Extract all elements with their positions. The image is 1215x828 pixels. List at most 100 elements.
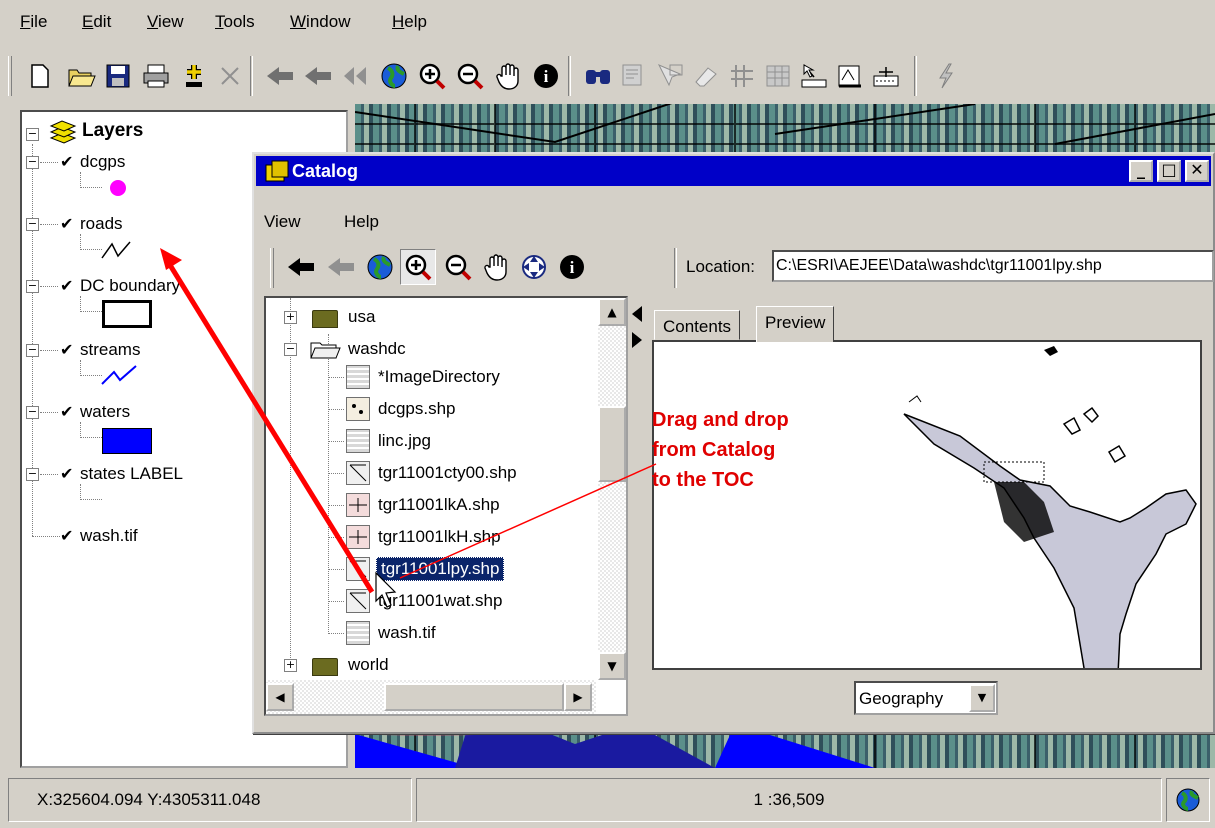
print-icon[interactable] bbox=[138, 58, 174, 94]
checkbox-waters[interactable]: ✔ bbox=[60, 404, 76, 420]
expand-toggle-streams[interactable]: − bbox=[26, 344, 39, 357]
open-icon[interactable] bbox=[64, 58, 100, 94]
close-button[interactable]: ✕ bbox=[1185, 160, 1209, 182]
expand-toggle[interactable]: − bbox=[26, 128, 39, 141]
tab-contents[interactable]: Contents bbox=[654, 310, 741, 340]
label-icon[interactable] bbox=[832, 58, 868, 94]
zoom-in-icon[interactable] bbox=[414, 58, 450, 94]
tree-item-imagedirectory[interactable]: *ImageDirectory bbox=[378, 367, 500, 387]
tab-preview[interactable]: Preview bbox=[756, 306, 835, 342]
scroll-right-button[interactable]: ▶ bbox=[564, 683, 592, 711]
add-data-icon[interactable] bbox=[176, 58, 212, 94]
forward-extent-icon[interactable] bbox=[324, 249, 360, 285]
tree-item-dcgps[interactable]: dcgps.shp bbox=[378, 399, 456, 419]
tree-item-tgr11001wat[interactable]: tgr11001wat.shp bbox=[378, 591, 502, 611]
hotlink-icon[interactable] bbox=[796, 58, 832, 94]
checkbox-wash-tif[interactable]: ✔ bbox=[60, 528, 76, 544]
expand-toggle-dc-boundary[interactable]: − bbox=[26, 280, 39, 293]
toolbar-grip[interactable] bbox=[8, 56, 12, 96]
save-icon[interactable] bbox=[100, 58, 136, 94]
tree-item-tgr11001cty00[interactable]: tgr11001cty00.shp bbox=[378, 463, 517, 483]
layer-waters[interactable]: waters bbox=[80, 402, 130, 422]
pan-icon[interactable] bbox=[490, 58, 526, 94]
menu-file[interactable]: File bbox=[20, 12, 47, 32]
layer-roads[interactable]: roads bbox=[80, 214, 123, 234]
select-icon[interactable] bbox=[652, 58, 688, 94]
back-extent-icon[interactable] bbox=[284, 249, 320, 285]
tree-item-linc[interactable]: linc.jpg bbox=[378, 431, 431, 451]
toolbar-grip[interactable] bbox=[270, 248, 274, 288]
line-symbol bbox=[101, 241, 131, 259]
menu-tools[interactable]: Tools bbox=[215, 12, 255, 32]
identify-icon[interactable]: i bbox=[554, 249, 590, 285]
expand-toggle-usa[interactable]: + bbox=[284, 311, 297, 324]
tree-item-tgr11001lpy-selected[interactable]: tgr11001lpy.shp bbox=[376, 557, 505, 581]
splitter-arrows[interactable] bbox=[630, 304, 644, 350]
image-file-icon bbox=[346, 429, 370, 453]
layer-dc-boundary[interactable]: DC boundary bbox=[80, 276, 180, 296]
edit-icon[interactable] bbox=[868, 58, 904, 94]
expand-toggle-washdc[interactable]: − bbox=[284, 343, 297, 356]
tree-item-usa[interactable]: usa bbox=[348, 307, 375, 327]
menu-help[interactable]: Help bbox=[392, 12, 427, 32]
back-extent-icon[interactable] bbox=[262, 58, 298, 94]
erase-icon[interactable] bbox=[688, 58, 724, 94]
full-extent-icon[interactable] bbox=[338, 58, 374, 94]
full-extent-icon[interactable] bbox=[516, 249, 552, 285]
zoom-out-icon[interactable] bbox=[440, 249, 476, 285]
tree-item-world[interactable]: world bbox=[348, 655, 389, 675]
globe-icon[interactable] bbox=[376, 58, 412, 94]
checkbox-dcgps[interactable]: ✔ bbox=[60, 154, 76, 170]
line-shapefile-icon bbox=[346, 493, 370, 517]
new-icon[interactable] bbox=[22, 58, 58, 94]
query-icon[interactable] bbox=[616, 58, 652, 94]
checkbox-dc-boundary[interactable]: ✔ bbox=[60, 278, 76, 294]
chevron-down-icon[interactable]: ▼ bbox=[969, 684, 995, 712]
zoom-in-icon[interactable] bbox=[400, 249, 436, 285]
menu-edit[interactable]: Edit bbox=[82, 12, 111, 32]
layer-dcgps[interactable]: dcgps bbox=[80, 152, 125, 172]
expand-toggle-states-label[interactable]: − bbox=[26, 468, 39, 481]
delete-icon[interactable] bbox=[212, 58, 248, 94]
layer-streams[interactable]: streams bbox=[80, 340, 140, 360]
scroll-up-button[interactable]: ▲ bbox=[598, 298, 626, 326]
tree-item-washdc[interactable]: washdc bbox=[348, 339, 406, 359]
scroll-down-button[interactable]: ▼ bbox=[598, 652, 626, 680]
globe-icon[interactable] bbox=[362, 249, 398, 285]
expand-toggle-waters[interactable]: − bbox=[26, 406, 39, 419]
scroll-thumb[interactable] bbox=[598, 406, 626, 482]
minimize-button[interactable]: _ bbox=[1129, 160, 1153, 182]
scroll-thumb[interactable] bbox=[384, 683, 564, 711]
tree-item-tgr11001lkh[interactable]: tgr11001lkH.shp bbox=[378, 527, 501, 547]
tree-item-wash-tif[interactable]: wash.tif bbox=[378, 623, 436, 643]
menu-window[interactable]: Window bbox=[290, 12, 350, 32]
zoom-out-icon[interactable] bbox=[452, 58, 488, 94]
table-icon[interactable] bbox=[760, 58, 796, 94]
expand-toggle-dcgps[interactable]: − bbox=[26, 156, 39, 169]
scroll-left-button[interactable]: ◀ bbox=[266, 683, 294, 711]
find-icon[interactable] bbox=[580, 58, 616, 94]
lightning-icon[interactable] bbox=[928, 58, 964, 94]
measure-icon[interactable] bbox=[724, 58, 760, 94]
layer-wash-tif[interactable]: wash.tif bbox=[80, 526, 138, 546]
layer-states-label[interactable]: states LABEL bbox=[80, 464, 183, 484]
checkbox-states-label[interactable]: ✔ bbox=[60, 466, 76, 482]
preview-type-select[interactable]: Geography ▼ bbox=[854, 681, 998, 715]
catalog-menu-view[interactable]: View bbox=[264, 212, 301, 232]
checkbox-streams[interactable]: ✔ bbox=[60, 342, 76, 358]
forward-extent-icon[interactable] bbox=[300, 58, 336, 94]
location-field[interactable]: C:\ESRI\AEJEE\Data\washdc\tgr11001lpy.sh… bbox=[772, 250, 1214, 282]
expand-toggle-roads[interactable]: − bbox=[26, 218, 39, 231]
catalog-titlebar[interactable]: Catalog _ □ ✕ bbox=[256, 156, 1211, 186]
pan-icon[interactable] bbox=[478, 249, 514, 285]
identify-icon[interactable]: i bbox=[528, 58, 564, 94]
catalog-menu-help[interactable]: Help bbox=[344, 212, 379, 232]
tree-line bbox=[328, 601, 344, 602]
tree-item-tgr11001lka[interactable]: tgr11001lkA.shp bbox=[378, 495, 500, 515]
checkbox-roads[interactable]: ✔ bbox=[60, 216, 76, 232]
maximize-button[interactable]: □ bbox=[1157, 160, 1181, 182]
expand-toggle-world[interactable]: + bbox=[284, 659, 297, 672]
menu-view[interactable]: View bbox=[147, 12, 184, 32]
tree-horizontal-scrollbar[interactable]: ◀ ▶ bbox=[266, 680, 596, 714]
tree-vertical-scrollbar[interactable]: ▲ ▼ bbox=[598, 298, 626, 680]
